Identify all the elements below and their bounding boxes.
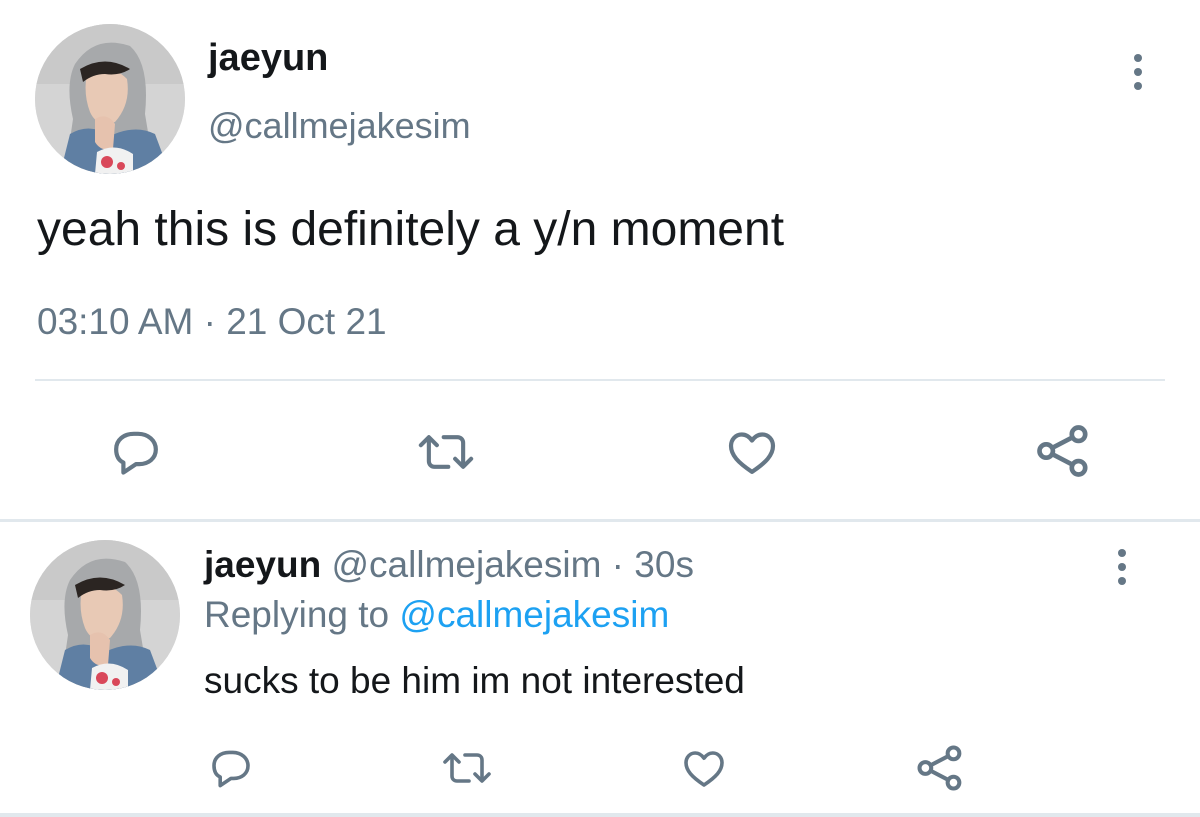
more-options-icon[interactable] bbox=[1126, 50, 1150, 94]
reply-header: jaeyun @callmejakesim · 30s bbox=[204, 543, 694, 587]
like-button[interactable] bbox=[720, 420, 784, 484]
share-button[interactable] bbox=[910, 738, 970, 798]
reply-time[interactable]: 30s bbox=[634, 544, 694, 585]
reply-icon bbox=[212, 750, 250, 788]
divider bbox=[35, 379, 1165, 381]
divider bbox=[0, 519, 1200, 522]
mention-link[interactable]: @callmejakesim bbox=[399, 594, 669, 635]
tweet-thread: jaeyun @callmejakesim yeah this is defin… bbox=[0, 0, 1200, 817]
retweet-icon bbox=[418, 435, 474, 469]
avatar-photo bbox=[35, 24, 185, 174]
retweet-button[interactable] bbox=[410, 420, 482, 484]
user-handle[interactable]: @callmejakesim bbox=[332, 544, 602, 585]
user-handle[interactable]: @callmejakesim bbox=[208, 104, 471, 148]
share-icon bbox=[917, 745, 962, 791]
like-button[interactable] bbox=[676, 740, 732, 796]
retweet-button[interactable] bbox=[436, 740, 498, 796]
share-button[interactable] bbox=[1028, 416, 1098, 486]
reply-icon bbox=[114, 431, 158, 475]
like-icon bbox=[684, 751, 724, 787]
divider bbox=[0, 813, 1200, 817]
reply-avatar[interactable] bbox=[30, 540, 180, 690]
tweet-text: yeah this is definitely a y/n moment bbox=[37, 203, 785, 256]
replying-to-label: Replying to bbox=[204, 594, 400, 635]
tweet-timestamp[interactable]: 03:10 AM · 21 Oct 21 bbox=[37, 299, 387, 345]
retweet-icon bbox=[443, 753, 491, 783]
reply-button[interactable] bbox=[203, 740, 259, 796]
more-options-icon[interactable] bbox=[1110, 545, 1134, 589]
replying-to: Replying to @callmejakesim bbox=[204, 593, 669, 637]
avatar-photo bbox=[30, 540, 180, 690]
separator: · bbox=[601, 544, 635, 585]
avatar[interactable] bbox=[35, 24, 185, 174]
share-icon bbox=[1037, 425, 1088, 477]
like-icon bbox=[728, 432, 776, 474]
display-name[interactable]: jaeyun bbox=[204, 544, 321, 585]
reply-text: sucks to be him im not interested bbox=[204, 660, 745, 701]
reply-button[interactable] bbox=[104, 420, 168, 484]
display-name[interactable]: jaeyun bbox=[208, 36, 328, 80]
